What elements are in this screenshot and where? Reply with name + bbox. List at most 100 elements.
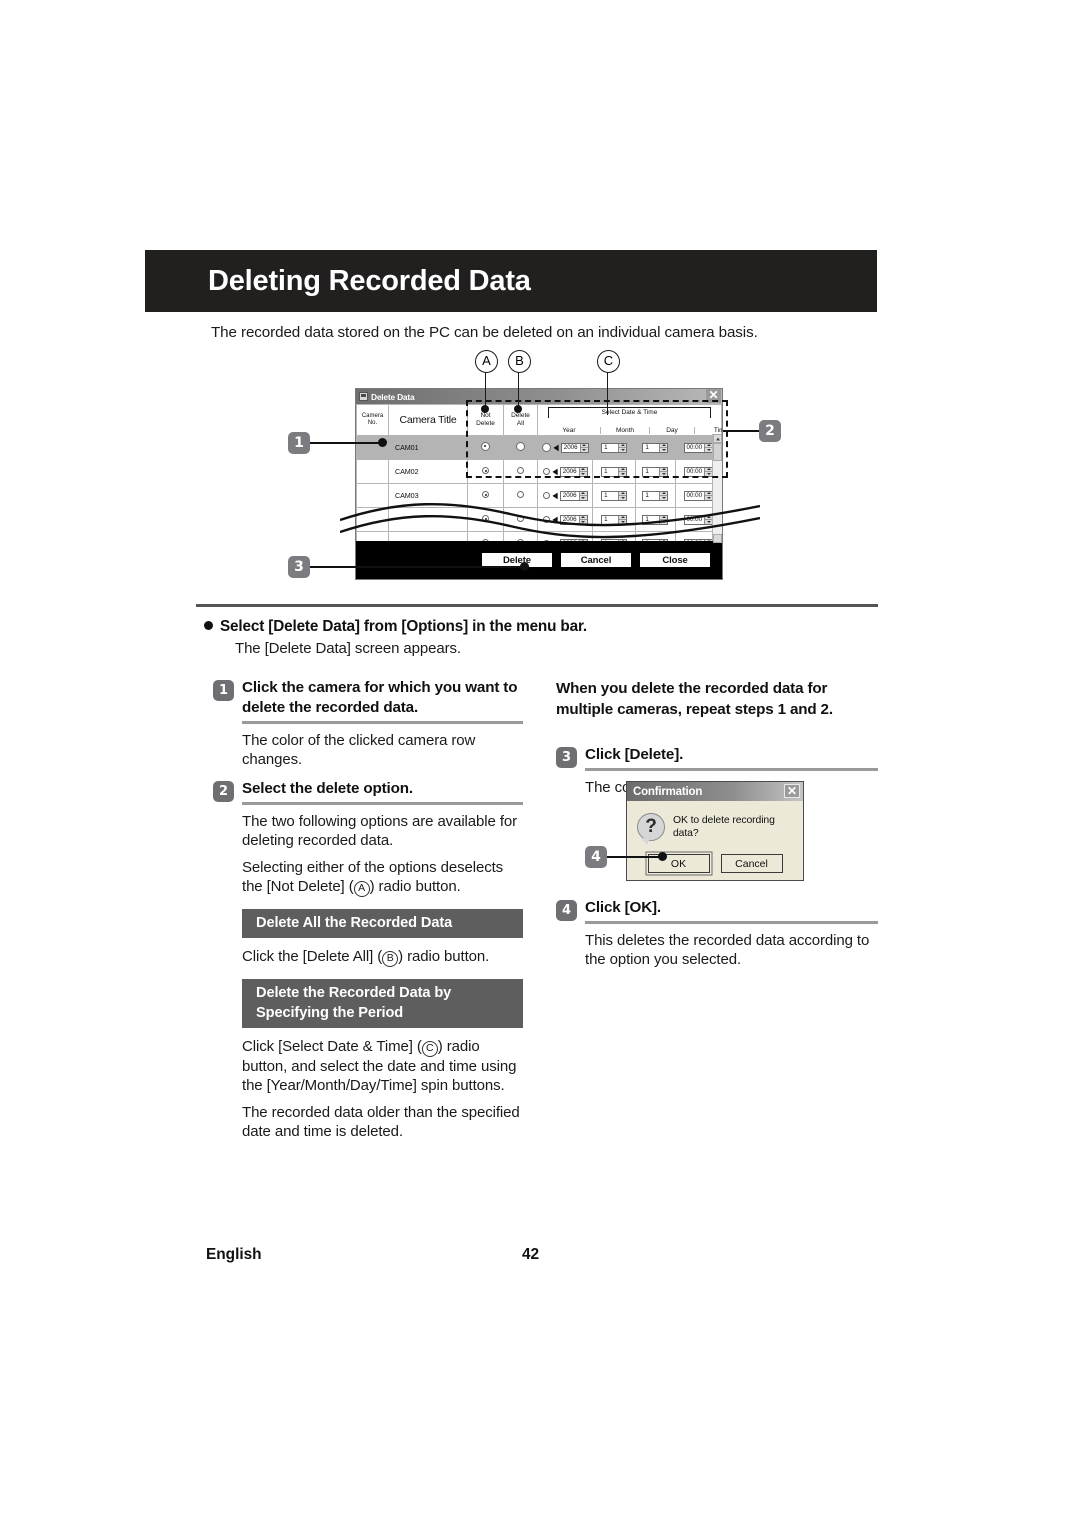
radio-not-delete[interactable] <box>467 459 504 484</box>
spin-day[interactable]: 1 <box>642 490 669 501</box>
step-4-title: Click [OK]. <box>585 899 661 916</box>
cell-month[interactable]: 1 <box>592 460 635 483</box>
spin-day-buttons[interactable] <box>659 515 668 524</box>
spin-day-down-icon[interactable] <box>660 496 667 500</box>
table-row[interactable]: CAM02 ◀ 2006 1 1 00:00 <box>356 459 722 484</box>
cell-month[interactable]: 1 <box>592 436 635 459</box>
spin-time[interactable]: 00:00 <box>683 466 714 477</box>
table-row[interactable]: ◀ 2006 1 1 00:00 <box>356 507 722 532</box>
page-title: Deleting Recorded Data <box>208 264 531 297</box>
spin-month-buttons[interactable] <box>618 491 627 500</box>
spin-month-down-icon[interactable] <box>619 472 626 476</box>
cell-day[interactable]: 1 <box>635 436 674 459</box>
table-row[interactable]: CAM03 ◀ 2006 1 1 00:00 <box>356 483 722 508</box>
spin-day-value: 1 <box>645 491 649 499</box>
spin-time-buttons[interactable] <box>704 443 713 452</box>
step-4-badge: 4 <box>556 900 577 921</box>
cell-year[interactable]: ◀ 2006 <box>538 484 592 507</box>
radio-not-delete-icon[interactable] <box>482 515 489 522</box>
spin-month-buttons[interactable] <box>618 443 627 452</box>
radio-delete-all[interactable] <box>503 483 538 508</box>
radio-delete-all[interactable] <box>503 507 538 532</box>
radio-delete-all-icon[interactable] <box>517 467 524 474</box>
radio-delete-all-icon[interactable] <box>517 491 524 498</box>
scrollbar-thumb[interactable] <box>713 443 722 461</box>
spin-time-buttons[interactable] <box>704 467 713 476</box>
spin-day-buttons[interactable] <box>659 467 668 476</box>
spin-day[interactable]: 1 <box>642 442 669 453</box>
spin-year[interactable]: 2006 <box>559 514 588 525</box>
spin-time[interactable]: 00:00 <box>683 514 714 525</box>
spin-day-down-icon[interactable] <box>660 472 667 476</box>
spin-month[interactable]: 1 <box>601 466 628 477</box>
radio-not-delete-icon[interactable] <box>482 491 489 498</box>
spin-time-down-icon[interactable] <box>705 496 712 500</box>
spin-month[interactable]: 1 <box>601 442 628 453</box>
cell-day[interactable]: 1 <box>635 484 674 507</box>
scroll-up-icon[interactable] <box>713 434 722 443</box>
spin-year[interactable]: 2006 <box>559 466 588 477</box>
spin-day[interactable]: 1 <box>642 514 669 525</box>
radio-select-date-time-icon[interactable] <box>542 516 550 523</box>
radio-not-delete[interactable] <box>467 507 504 532</box>
vertical-scrollbar[interactable] <box>712 434 722 543</box>
cell-year[interactable]: ◀ 2006 <box>538 436 592 459</box>
radio-delete-all-icon[interactable] <box>516 442 525 451</box>
header-delete-all-line1: Delete <box>511 412 530 419</box>
spin-month[interactable]: 1 <box>601 514 628 525</box>
spin-year[interactable]: 2006 <box>559 490 588 501</box>
radio-not-delete-icon[interactable] <box>481 442 490 451</box>
spin-month-buttons[interactable] <box>618 515 627 524</box>
spin-month-down-icon[interactable] <box>619 448 626 452</box>
spin-month-down-icon[interactable] <box>619 520 626 524</box>
spin-year-down-icon[interactable] <box>580 496 587 500</box>
cell-month[interactable]: 1 <box>592 508 635 531</box>
spin-month-down-icon[interactable] <box>619 496 626 500</box>
spin-year-buttons[interactable] <box>578 491 587 500</box>
radio-not-delete[interactable] <box>467 483 504 508</box>
radio-select-date-time-icon[interactable] <box>541 443 551 452</box>
spin-year-down-icon[interactable] <box>581 448 588 452</box>
spin-day-buttons[interactable] <box>659 443 668 452</box>
confirmation-cancel-button[interactable]: Cancel <box>720 854 783 873</box>
confirmation-close-icon[interactable]: ✕ <box>784 784 800 798</box>
spin-month-buttons[interactable] <box>618 467 627 476</box>
spin-time[interactable]: 00:00 <box>683 490 714 501</box>
close-button[interactable]: Close <box>639 552 711 568</box>
radio-delete-all[interactable] <box>503 435 538 460</box>
cell-day[interactable]: 1 <box>635 460 674 483</box>
spin-day[interactable]: 1 <box>642 466 669 477</box>
spin-time-down-icon[interactable] <box>705 472 712 476</box>
spin-year-buttons[interactable] <box>579 443 588 452</box>
radio-select-date-time-icon[interactable] <box>542 468 550 475</box>
cell-month[interactable]: 1 <box>592 484 635 507</box>
spin-year[interactable]: 2006 <box>560 442 589 453</box>
scroll-down-icon[interactable] <box>713 534 722 543</box>
spin-time-down-icon[interactable] <box>705 520 712 524</box>
cell-year[interactable]: ◀ 2006 <box>538 460 592 483</box>
spin-time-down-icon[interactable] <box>705 448 712 452</box>
close-icon[interactable]: ✕ <box>706 389 721 403</box>
radio-not-delete-icon[interactable] <box>482 467 489 474</box>
spin-day-buttons[interactable] <box>659 491 668 500</box>
spin-year-buttons[interactable] <box>578 467 587 476</box>
date-time-field-bar: ◀ 2006 1 1 00:00 <box>538 436 721 459</box>
spin-year-buttons[interactable] <box>578 515 587 524</box>
cell-year[interactable]: ◀ 2006 <box>538 508 592 531</box>
step-1-body: The color of the clicked camera row chan… <box>242 732 476 768</box>
cancel-button[interactable]: Cancel <box>560 552 632 568</box>
spin-month[interactable]: 1 <box>601 490 628 501</box>
spin-year-down-icon[interactable] <box>580 520 587 524</box>
spin-year-down-icon[interactable] <box>580 472 587 476</box>
radio-delete-all[interactable] <box>503 459 538 484</box>
spin-time-buttons[interactable] <box>704 491 713 500</box>
radio-not-delete[interactable] <box>467 435 504 460</box>
table-row[interactable]: CAM01 ◀ 2006 1 1 00:00 <box>356 435 722 460</box>
spin-day-down-icon[interactable] <box>660 448 667 452</box>
spin-day-down-icon[interactable] <box>660 520 667 524</box>
spin-time-buttons[interactable] <box>704 515 713 524</box>
spin-time[interactable]: 00:00 <box>683 442 714 453</box>
cell-day[interactable]: 1 <box>635 508 674 531</box>
radio-delete-all-icon[interactable] <box>517 515 524 522</box>
radio-select-date-time-icon[interactable] <box>542 492 550 499</box>
